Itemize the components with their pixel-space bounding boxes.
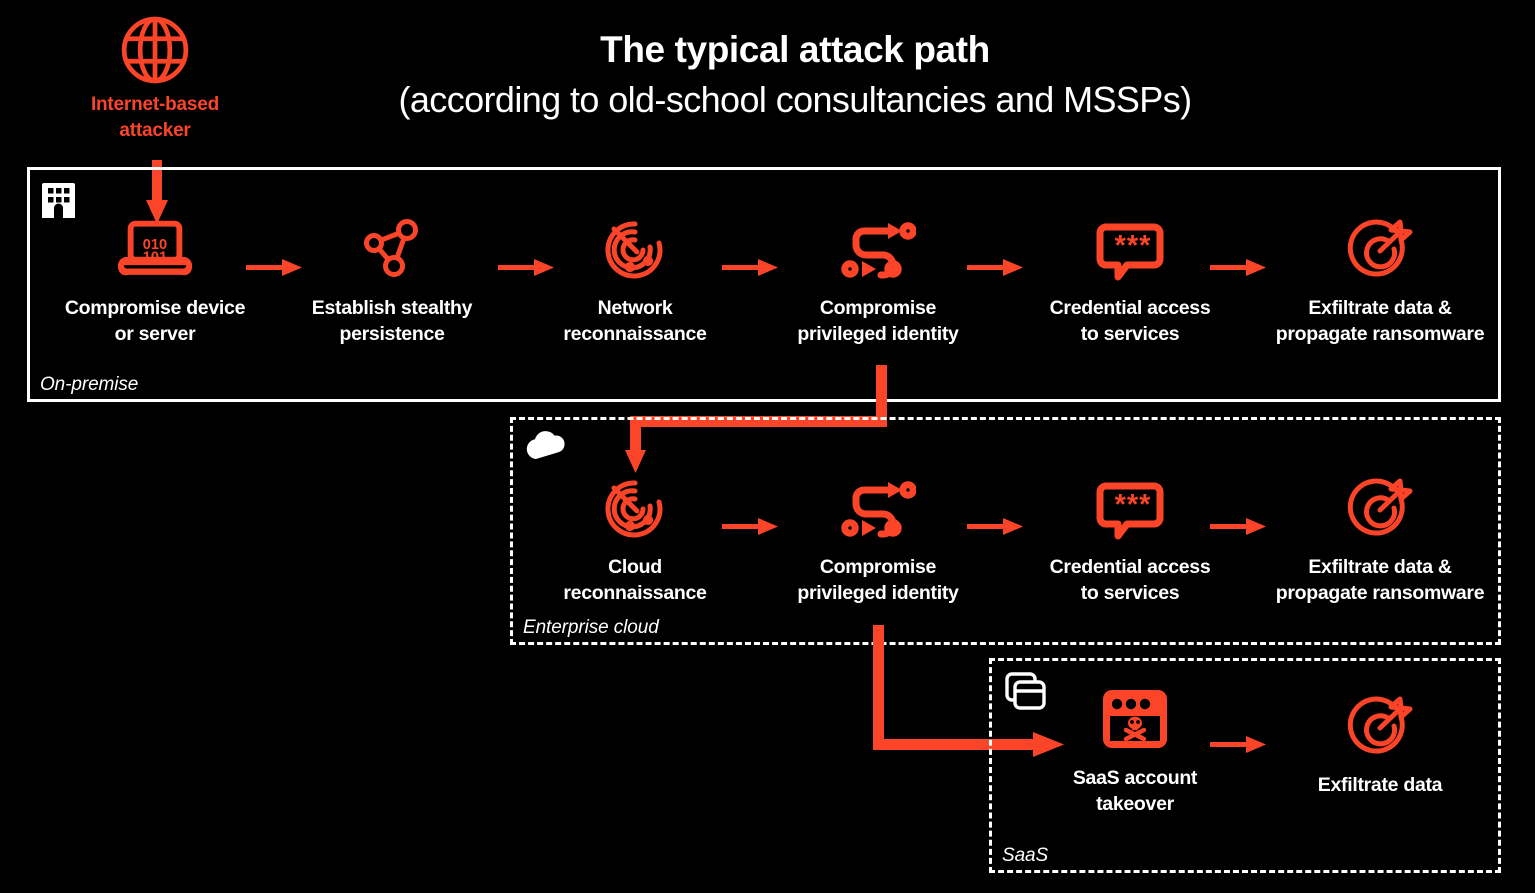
target-arrow-icon [1265, 213, 1495, 287]
step-label: Establish stealthy persistence [311, 297, 473, 346]
step-label: Exfiltrate data [1317, 774, 1443, 796]
target-arrow-icon [1265, 690, 1495, 764]
internet-attacker: Internet-based attacker [55, 12, 255, 143]
svg-text:***: *** [1115, 489, 1152, 521]
step-label: Network reconnaissance [563, 297, 707, 346]
globe-icon [55, 12, 255, 88]
step-label: Exfiltrate data & propagate ransomware [1275, 297, 1485, 346]
step-label: Cloud reconnaissance [563, 556, 707, 605]
radar-icon [520, 472, 750, 546]
step-label: Exfiltrate data & propagate ransomware [1275, 556, 1485, 605]
step-compromise-device: 010 101 Compromise device or server [40, 213, 270, 347]
step-exfiltrate-cloud: Exfiltrate data & propagate ransomware [1265, 472, 1495, 606]
step-label: Compromise privileged identity [797, 556, 959, 605]
path-route-icon [763, 213, 993, 287]
laptop-binary-icon: 010 101 [40, 213, 270, 287]
page-subtitle: (according to old-school consultancies a… [398, 78, 1192, 120]
step-exfiltrate-onprem: Exfiltrate data & propagate ransomware [1265, 213, 1495, 347]
step-compromise-identity-cloud: Compromise privileged identity [763, 472, 993, 606]
title-block: The typical attack path (according to ol… [300, 29, 1290, 122]
zone-caption-enterprise-cloud: Enterprise cloud [523, 617, 659, 638]
step-label: Credential access to services [1049, 556, 1211, 605]
step-compromise-identity-onprem: Compromise privileged identity [763, 213, 993, 347]
step-label: Credential access to services [1049, 297, 1211, 346]
step-cloud-reconnaissance: Cloud reconnaissance [520, 472, 750, 606]
radar-icon [520, 213, 750, 287]
svg-text:***: *** [1115, 230, 1152, 262]
step-establish-persistence: Establish stealthy persistence [277, 213, 507, 347]
zone-caption-saas: SaaS [1002, 845, 1049, 866]
flow-arrow [1210, 256, 1266, 280]
attacker-label: Internet-based attacker [90, 94, 220, 141]
step-label: SaaS account takeover [1072, 767, 1198, 816]
cloud-icon [525, 430, 568, 465]
step-network-reconnaissance: Network reconnaissance [520, 213, 750, 347]
path-route-icon [763, 472, 993, 546]
zone-caption-on-premise: On-premise [40, 374, 139, 395]
step-credential-access-cloud: *** Credential access to services [1015, 472, 1245, 606]
step-label: Compromise privileged identity [797, 297, 959, 346]
step-exfiltrate-saas: Exfiltrate data [1265, 690, 1495, 798]
page-title: The typical attack path [600, 29, 990, 70]
flow-arrow [1210, 733, 1266, 757]
step-credential-access-onprem: *** Credential access to services [1015, 213, 1245, 347]
diagram-canvas: The typical attack path (according to ol… [0, 0, 1535, 893]
flow-arrow [1210, 515, 1266, 539]
step-label: Compromise device or server [64, 297, 246, 346]
target-arrow-icon [1265, 472, 1495, 546]
network-nodes-icon [277, 213, 507, 287]
